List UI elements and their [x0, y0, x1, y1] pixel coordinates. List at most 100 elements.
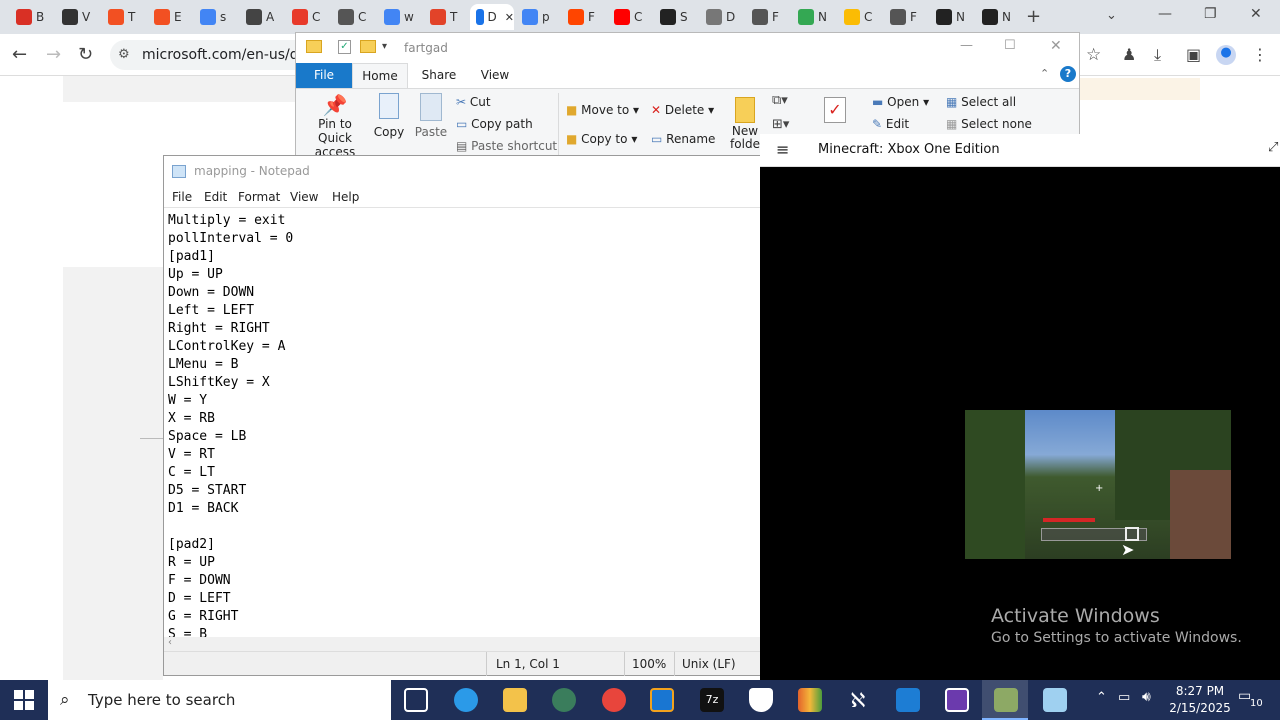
- tab-search-button[interactable]: ⌄: [1106, 8, 1117, 23]
- extensions-icon[interactable]: ♟: [1122, 45, 1136, 64]
- back-button[interactable]: ←: [12, 44, 27, 65]
- menu-view[interactable]: View: [290, 190, 318, 204]
- game-viewport[interactable]: + ➤: [965, 410, 1231, 559]
- tab-home[interactable]: Home: [352, 63, 408, 88]
- browser-tab[interactable]: V: [56, 4, 100, 30]
- browser-tab[interactable]: N: [930, 4, 974, 30]
- browser-tab[interactable]: T: [424, 4, 468, 30]
- browser-tab[interactable]: C: [838, 4, 882, 30]
- security-shield-icon[interactable]: [749, 688, 773, 712]
- properties-button[interactable]: ✓: [824, 97, 852, 123]
- browser-tab[interactable]: C: [332, 4, 376, 30]
- menu-edit[interactable]: Edit: [204, 190, 227, 204]
- task-view-icon[interactable]: [404, 688, 428, 712]
- tab-file[interactable]: File: [296, 63, 352, 88]
- paste-shortcut-button[interactable]: ▤ Paste shortcut: [456, 139, 557, 153]
- notepad-taskbar-icon[interactable]: [1043, 688, 1067, 712]
- delete-button[interactable]: ✕ Delete ▾: [651, 103, 714, 117]
- start-button[interactable]: [14, 690, 34, 710]
- pen-app-icon[interactable]: ℵ: [846, 688, 870, 712]
- copy-to-button[interactable]: ■ Copy to ▾: [566, 132, 637, 146]
- browser-tab[interactable]: C: [608, 4, 652, 30]
- browser-tab[interactable]: N: [976, 4, 1020, 30]
- clock[interactable]: 8:27 PM 2/15/2025: [1164, 683, 1236, 717]
- cut-button[interactable]: ✂ Cut: [456, 95, 491, 109]
- fullscreen-icon[interactable]: ⤢: [1268, 140, 1278, 155]
- address-bar[interactable]: microsoft.com/en-us/dov: [110, 40, 300, 70]
- pin-to-quick-access-button[interactable]: 📌 Pin to Quick access: [302, 93, 368, 159]
- profile-avatar[interactable]: ●: [1216, 45, 1236, 65]
- copy-path-button[interactable]: ▭ Copy path: [456, 117, 533, 131]
- tab-view[interactable]: View: [470, 63, 520, 88]
- menu-help[interactable]: Help: [332, 190, 359, 204]
- rename-button[interactable]: ▭ Rename: [651, 132, 715, 146]
- menu-file[interactable]: File: [172, 190, 192, 204]
- chrome-icon[interactable]: [602, 688, 626, 712]
- browser-tab[interactable]: S: [654, 4, 698, 30]
- explorer-maximize-button[interactable]: ☐: [1004, 38, 1016, 53]
- network-icon[interactable]: ▭: [1118, 690, 1130, 705]
- volume-icon[interactable]: 🔊︎: [1142, 689, 1151, 705]
- browser-tab[interactable]: C: [286, 4, 330, 30]
- browser-tab[interactable]: F: [884, 4, 928, 30]
- app-icon[interactable]: [650, 688, 674, 712]
- browser-tab[interactable]: p: [516, 4, 560, 30]
- app-icon[interactable]: [896, 688, 920, 712]
- browser-tab[interactable]: B: [10, 4, 54, 30]
- quick-access-dropdown-icon[interactable]: ▾: [382, 41, 387, 52]
- reload-button[interactable]: ↻: [78, 44, 93, 65]
- notification-center-icon[interactable]: ▭ 10: [1238, 688, 1263, 710]
- scroll-left-icon[interactable]: ‹: [168, 637, 172, 648]
- browser-tab[interactable]: E: [148, 4, 192, 30]
- menu-icon[interactable]: ⋮: [1252, 45, 1268, 64]
- help-icon[interactable]: ?: [1060, 66, 1076, 82]
- new-item-icon[interactable]: ⧉▾: [772, 93, 788, 108]
- select-none-button[interactable]: ▦ Select none: [946, 117, 1032, 131]
- browser-tab[interactable]: F: [562, 4, 606, 30]
- download-icon[interactable]: ⤓: [1154, 45, 1161, 65]
- browser-tab[interactable]: s: [194, 4, 238, 30]
- site-info-icon[interactable]: ⚙: [118, 47, 130, 62]
- horizontal-scrollbar[interactable]: ‹: [164, 637, 760, 651]
- browser-maximize-button[interactable]: ❐: [1204, 6, 1217, 22]
- edit-button[interactable]: ✎ Edit: [872, 117, 909, 131]
- tab-share[interactable]: Share: [414, 63, 464, 88]
- browser-minimize-button[interactable]: —: [1158, 6, 1172, 22]
- edge-icon[interactable]: [454, 688, 478, 712]
- browser-tab[interactable]: D ✕: [470, 4, 514, 30]
- menu-format[interactable]: Format: [238, 190, 280, 204]
- collapse-ribbon-icon[interactable]: ⌃: [1040, 67, 1049, 80]
- browser-tab[interactable]: D: [700, 4, 744, 30]
- browser-tab[interactable]: N: [792, 4, 836, 30]
- explorer-minimize-button[interactable]: —: [960, 38, 973, 53]
- app-icon[interactable]: [798, 688, 822, 712]
- app-icon[interactable]: [945, 688, 969, 712]
- move-to-button[interactable]: ■ Move to ▾: [566, 103, 639, 117]
- new-tab-button[interactable]: +: [1026, 6, 1041, 27]
- bookmark-star-icon[interactable]: ☆: [1086, 45, 1101, 65]
- select-all-button[interactable]: ▦ Select all: [946, 95, 1016, 109]
- side-panel-icon[interactable]: ▣: [1186, 45, 1201, 64]
- notepad-text[interactable]: Multiply = exit pollInterval = 0 [pad1] Up …: [168, 212, 293, 637]
- browser-app-icon[interactable]: [552, 688, 576, 712]
- close-tab-icon[interactable]: ✕: [505, 11, 514, 24]
- copy-button[interactable]: Copy: [372, 93, 406, 139]
- browser-close-button[interactable]: ✕: [1250, 6, 1262, 22]
- new-folder-button[interactable]: New folde: [728, 97, 762, 151]
- hamburger-menu-icon[interactable]: ≡: [776, 140, 789, 159]
- 7zip-icon[interactable]: 7z: [700, 688, 724, 712]
- taskbar-search-box[interactable]: ⌕ Type here to search: [48, 680, 391, 720]
- browser-tab[interactable]: A: [240, 4, 284, 30]
- properties-icon[interactable]: ✓: [338, 40, 351, 54]
- notepad-text-area[interactable]: Multiply = exit pollInterval = 0 [pad1] Up …: [164, 207, 760, 637]
- open-button[interactable]: ▬ Open ▾: [872, 95, 929, 109]
- new-folder-icon[interactable]: [360, 40, 376, 53]
- easy-access-icon[interactable]: ⊞▾: [772, 117, 789, 132]
- paste-button[interactable]: Paste: [412, 93, 450, 139]
- forward-button[interactable]: →: [46, 44, 61, 65]
- browser-tab[interactable]: w: [378, 4, 422, 30]
- show-hidden-icons[interactable]: ⌃: [1096, 690, 1107, 705]
- file-explorer-icon[interactable]: [503, 688, 527, 712]
- browser-tab[interactable]: F: [746, 4, 790, 30]
- explorer-close-button[interactable]: ✕: [1050, 38, 1062, 54]
